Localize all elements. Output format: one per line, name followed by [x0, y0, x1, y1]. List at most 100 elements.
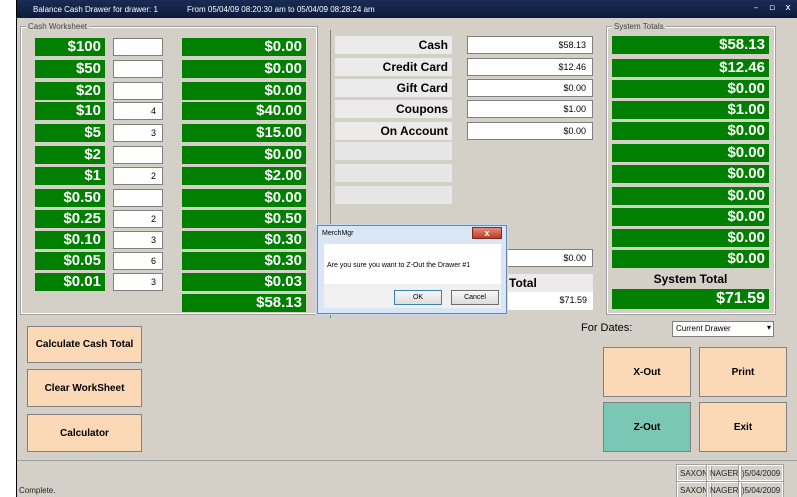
- tender-value-field[interactable]: $1.00: [467, 100, 593, 118]
- for-dates-selected: Current Drawer: [676, 324, 731, 333]
- system-totals-label: System Totals: [612, 22, 666, 31]
- calculate-cash-total-button[interactable]: Calculate Cash Total: [27, 326, 142, 363]
- clear-worksheet-label: Clear WorkSheet: [44, 382, 125, 394]
- client-area: Cash Worksheet $58.13 $0.00 Total $71.59…: [17, 18, 797, 460]
- tender-empty-row: [335, 142, 452, 160]
- system-total-value: $71.59: [612, 289, 769, 309]
- status-message: Complete.: [19, 486, 56, 495]
- worksheet-total: $58.13: [182, 294, 306, 312]
- denomination-label: $0.25: [35, 210, 105, 228]
- x-out-label: X-Out: [633, 366, 661, 378]
- system-total-value-row: $0.00: [612, 80, 769, 98]
- window-title: Balance Cash Drawer for drawer: 1: [33, 5, 158, 14]
- status-user: SAXON: [675, 481, 713, 497]
- amount-value: $40.00: [182, 102, 306, 120]
- x-out-button[interactable]: X-Out: [603, 347, 691, 397]
- denomination-label: $1: [35, 167, 105, 185]
- count-input[interactable]: 2: [113, 210, 163, 228]
- for-dates-label: For Dates:: [581, 322, 633, 334]
- amount-value: $0.00: [182, 38, 306, 56]
- dialog-ok-button[interactable]: OK: [394, 290, 442, 305]
- amount-value: $0.00: [182, 82, 306, 100]
- system-total-value-row: $0.00: [612, 122, 769, 140]
- count-input[interactable]: [113, 38, 163, 56]
- dialog-cancel-button[interactable]: Cancel: [451, 290, 499, 305]
- tender-empty-row: [335, 164, 452, 182]
- tender-label: Credit Card: [335, 58, 452, 76]
- denomination-label: $0.50: [35, 189, 105, 207]
- denomination-label: $0.10: [35, 231, 105, 249]
- window-controls: – ▫ x: [748, 2, 796, 15]
- calculator-button[interactable]: Calculator: [27, 414, 142, 452]
- tender-label: Coupons: [335, 100, 452, 118]
- system-total-value-row: $0.00: [612, 165, 769, 183]
- system-total-value-row: $1.00: [612, 101, 769, 119]
- close-icon[interactable]: x: [780, 2, 796, 15]
- amount-value: $0.30: [182, 231, 306, 249]
- dialog-footer: OK Cancel: [324, 284, 501, 308]
- status-date: )5/04/2009: [737, 464, 785, 482]
- count-input[interactable]: [113, 189, 163, 207]
- exit-button[interactable]: Exit: [699, 402, 787, 452]
- clear-worksheet-button[interactable]: Clear WorkSheet: [27, 369, 142, 407]
- tender-empty-row: [335, 186, 452, 204]
- system-total-value-row: $58.13: [612, 36, 769, 54]
- count-input[interactable]: 3: [113, 273, 163, 291]
- for-dates-select[interactable]: Current Drawer ▾: [672, 321, 774, 337]
- title-bar: Balance Cash Drawer for drawer: 1 From 0…: [17, 0, 797, 18]
- amount-value: $0.30: [182, 252, 306, 270]
- count-input[interactable]: [113, 146, 163, 164]
- print-label: Print: [731, 366, 755, 378]
- count-input[interactable]: [113, 82, 163, 100]
- system-total-value-row: $0.00: [612, 250, 769, 268]
- count-input[interactable]: 3: [113, 231, 163, 249]
- exit-label: Exit: [733, 421, 753, 433]
- count-input[interactable]: [113, 60, 163, 78]
- app-window: Balance Cash Drawer for drawer: 1 From 0…: [16, 0, 797, 497]
- calculate-cash-total-label: Calculate Cash Total: [35, 339, 134, 350]
- cash-worksheet-label: Cash Worksheet: [26, 22, 89, 31]
- z-out-label: Z-Out: [633, 421, 661, 433]
- amount-value: $0.50: [182, 210, 306, 228]
- dialog-close-icon[interactable]: x: [472, 227, 502, 239]
- maximize-icon[interactable]: ▫: [764, 2, 780, 15]
- system-total-value-row: $12.46: [612, 59, 769, 77]
- tender-label: Gift Card: [335, 79, 452, 97]
- outer-left-margin: [0, 0, 17, 497]
- dialog-title: MerchMgr: [322, 230, 354, 237]
- status-role: NAGER: [705, 464, 743, 482]
- calculator-label: Calculator: [60, 427, 109, 439]
- z-out-button[interactable]: Z-Out: [603, 402, 691, 452]
- count-input[interactable]: 4: [113, 102, 163, 120]
- tender-label: On Account: [335, 122, 452, 140]
- tender-label: Cash: [335, 36, 452, 54]
- tender-value-field[interactable]: $0.00: [467, 122, 593, 140]
- amount-value: $15.00: [182, 124, 306, 142]
- status-date: )5/04/2009: [737, 481, 785, 497]
- minimize-icon[interactable]: –: [748, 2, 764, 15]
- chevron-down-icon[interactable]: ▾: [767, 323, 771, 332]
- system-total-value-row: $0.00: [612, 229, 769, 247]
- confirm-dialog: MerchMgr x Are you sure you want to Z-Ou…: [317, 225, 507, 314]
- amount-value: $0.00: [182, 189, 306, 207]
- denomination-label: $10: [35, 102, 105, 120]
- count-input[interactable]: 3: [113, 124, 163, 142]
- denomination-label: $50: [35, 60, 105, 78]
- tender-value-field[interactable]: $58.13: [467, 36, 593, 54]
- dialog-message: Are you sure you want to Z-Out the Drawe…: [324, 244, 501, 284]
- tender-value-field[interactable]: $0.00: [467, 79, 593, 97]
- window-date-range: From 05/04/09 08:20:30 am to 05/04/09 08…: [187, 5, 375, 14]
- status-user: SAXON: [675, 464, 713, 482]
- system-total-label: System Total: [653, 272, 728, 286]
- count-input[interactable]: 2: [113, 167, 163, 185]
- tender-value-field[interactable]: $12.46: [467, 58, 593, 76]
- print-button[interactable]: Print: [699, 347, 787, 397]
- count-input[interactable]: 6: [113, 252, 163, 270]
- denomination-label: $0.05: [35, 252, 105, 270]
- amount-value: $0.00: [182, 60, 306, 78]
- system-total-value-row: $0.00: [612, 144, 769, 162]
- system-total-value-row: $0.00: [612, 187, 769, 205]
- system-total-value-row: $0.00: [612, 208, 769, 226]
- amount-value: $0.00: [182, 146, 306, 164]
- denomination-label: $20: [35, 82, 105, 100]
